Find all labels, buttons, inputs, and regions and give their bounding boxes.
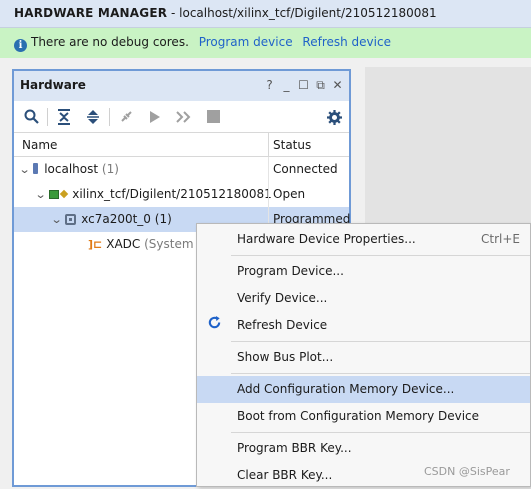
help-icon[interactable]: ?	[264, 79, 275, 92]
menu-item-label: Program BBR Key...	[237, 441, 352, 455]
menu-item-label: Show Bus Plot...	[237, 350, 334, 364]
menu-item-program-bbr-key[interactable]: Program BBR Key...	[197, 435, 530, 462]
context-menu: Hardware Device Properties... Ctrl+E Pro…	[196, 223, 531, 487]
row-name: XADC	[106, 237, 141, 251]
menu-item-program-device[interactable]: Program Device...	[197, 258, 530, 285]
menu-item-label: Verify Device...	[237, 291, 328, 305]
row-count: (1)	[150, 212, 172, 226]
panel-title: Hardware	[20, 78, 86, 92]
panel-toolbar	[14, 101, 349, 133]
menu-item-label: Hardware Device Properties...	[237, 232, 416, 246]
run-icon[interactable]	[146, 108, 164, 126]
menu-item-add-configuration-memory-device[interactable]: Add Configuration Memory Device...	[197, 376, 530, 403]
column-name-header[interactable]: Name	[22, 138, 57, 152]
info-icon: i	[14, 39, 27, 52]
chevron-down-icon[interactable]: ⌄	[19, 163, 31, 176]
menu-separator	[231, 373, 530, 374]
menu-item-label: Refresh Device	[237, 318, 328, 332]
program-device-link[interactable]: Program device	[199, 35, 293, 49]
panel-header: Hardware ? _ ☐ ⧉ ✕	[14, 71, 349, 101]
menu-item-boot-from-configuration-memory-device[interactable]: Boot from Configuration Memory Device	[197, 403, 530, 430]
float-icon[interactable]: ⧉	[315, 79, 326, 92]
stop-icon[interactable]	[204, 108, 222, 126]
row-status: Connected	[268, 157, 338, 182]
auto-connect-icon[interactable]	[117, 108, 135, 126]
menu-item-hardware-device-properties[interactable]: Hardware Device Properties... Ctrl+E	[197, 226, 530, 253]
row-name: xilinx_tcf/Digilent/210512180081	[72, 187, 272, 201]
toolbar-separator	[109, 107, 110, 126]
menu-item-label: Boot from Configuration Memory Device	[237, 409, 480, 423]
minimize-icon[interactable]: _	[281, 79, 292, 92]
menu-separator	[231, 341, 530, 342]
maximize-icon[interactable]: ☐	[298, 79, 309, 92]
menu-separator	[231, 432, 530, 433]
menu-item-accelerator: Ctrl+E	[481, 232, 520, 246]
info-bar: i There are no debug cores. Program devic…	[0, 28, 531, 58]
titlebar-path: - localhost/xilinx_tcf/Digilent/21051218…	[167, 6, 437, 20]
chevron-down-icon[interactable]: ⌄	[51, 213, 63, 226]
titlebar-title: HARDWARE MANAGER	[14, 6, 168, 20]
tree-row-localhost[interactable]: ⌄ localhost (1) Connected	[14, 157, 349, 182]
menu-item-refresh-device[interactable]: Refresh Device	[197, 312, 530, 339]
expand-all-icon[interactable]	[84, 108, 102, 126]
board-icon	[49, 190, 60, 199]
row-name: localhost	[44, 162, 99, 176]
row-status: Open	[268, 182, 305, 207]
hardware-manager-titlebar: HARDWARE MANAGER - localhost/xilinx_tcf/…	[0, 0, 531, 28]
tree-row-target[interactable]: ⌄ xilinx_tcf/Digilent/210512180081 Open	[14, 182, 349, 207]
row-name: xc7a200t_0	[81, 212, 151, 226]
watermark: CSDN @SisPear	[424, 465, 510, 478]
menu-item-show-bus-plot[interactable]: Show Bus Plot...	[197, 344, 530, 371]
chevron-down-icon[interactable]: ⌄	[35, 188, 47, 201]
search-icon[interactable]	[22, 108, 40, 126]
menu-item-label: Add Configuration Memory Device...	[237, 382, 455, 396]
fpga-chip-icon	[65, 214, 77, 225]
menu-separator	[231, 255, 530, 256]
tree-column-header: Name Status	[14, 133, 349, 157]
collapse-all-icon[interactable]	[55, 108, 73, 126]
column-status-header[interactable]: Status	[273, 138, 311, 152]
pin-icon	[59, 189, 69, 199]
info-message: There are no debug cores.	[31, 35, 189, 49]
toolbar-separator	[47, 107, 48, 126]
refresh-icon	[207, 315, 222, 334]
close-icon[interactable]: ✕	[332, 79, 343, 92]
server-icon	[33, 163, 39, 174]
settings-icon[interactable]	[325, 108, 343, 126]
row-count: (1)	[98, 162, 119, 176]
refresh-device-link[interactable]: Refresh device	[302, 35, 391, 49]
menu-item-verify-device[interactable]: Verify Device...	[197, 285, 530, 312]
run-all-icon[interactable]	[175, 108, 193, 126]
xadc-icon: ]⊏	[88, 238, 103, 251]
menu-item-label: Program Device...	[237, 264, 344, 278]
menu-item-label: Clear BBR Key...	[237, 468, 333, 482]
